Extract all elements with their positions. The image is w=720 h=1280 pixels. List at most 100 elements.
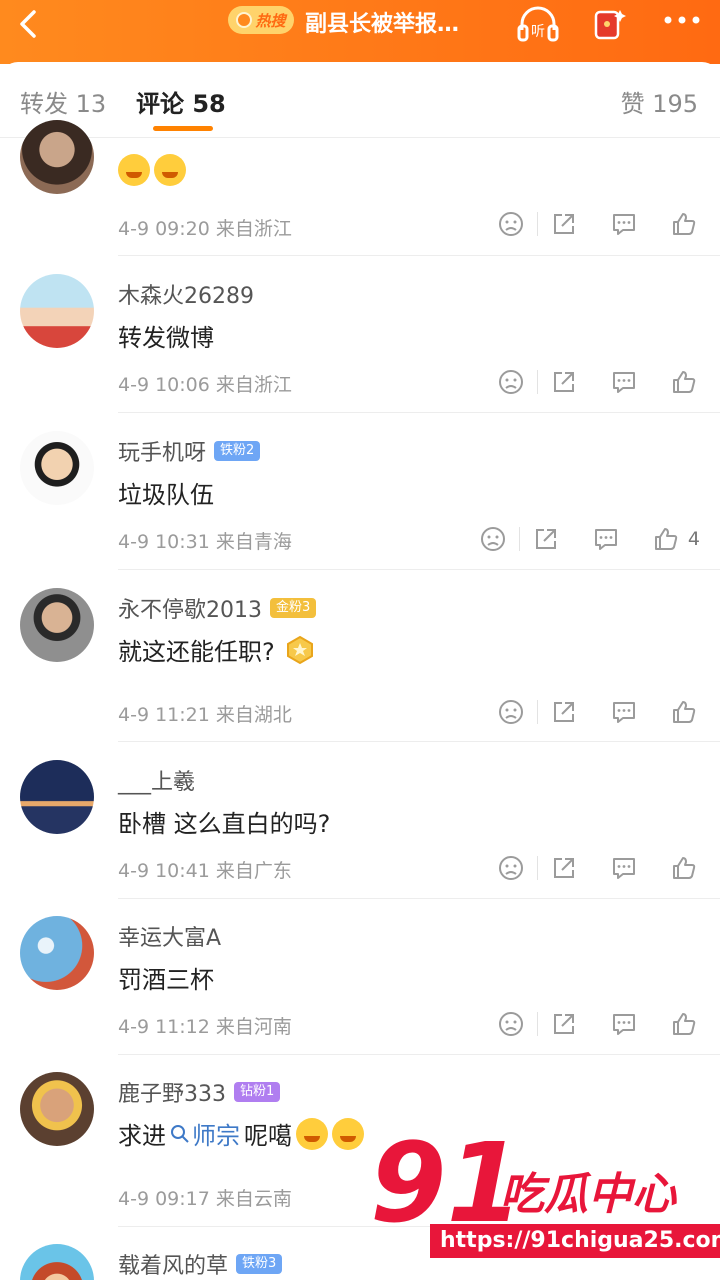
like-button[interactable] [668, 696, 700, 728]
back-button[interactable] [12, 6, 48, 42]
share-icon [535, 529, 556, 549]
thumbs-up-icon [654, 528, 678, 550]
share-icon [554, 1014, 574, 1034]
user-name[interactable]: 木森火26289 [118, 278, 254, 310]
thumbs-up-icon [673, 857, 696, 879]
dislike-button[interactable] [495, 366, 527, 398]
comment-text: 转发微博 [118, 324, 214, 352]
watermark: 91 吃瓜中心 https://91chigua25.com [370, 1128, 720, 1268]
thumbs-up-icon [673, 1013, 696, 1035]
dislike-face-icon [499, 212, 523, 236]
comment-meta: 4-9 11:21 来自湖北 [118, 704, 292, 726]
dislike-face-icon [499, 370, 523, 394]
dislike-button[interactable] [495, 696, 527, 728]
repost-button[interactable] [548, 852, 580, 884]
comment-text: 垃圾队伍 [118, 481, 214, 509]
watermark-url: https://91chigua25.com [430, 1224, 720, 1258]
user-name[interactable]: 永不停歇2013 金粉3 [118, 592, 317, 624]
emoji-icon [118, 154, 150, 186]
like-button[interactable] [650, 523, 682, 555]
listen-button[interactable]: 听 [516, 4, 559, 44]
reply-button[interactable] [608, 696, 640, 728]
watermark-name: 吃瓜中心 [500, 1169, 676, 1220]
avatar[interactable] [20, 760, 94, 834]
thumbs-up-icon [673, 701, 696, 723]
reply-button[interactable] [608, 1008, 640, 1040]
like-button[interactable] [668, 1008, 700, 1040]
comment-actions [495, 1008, 700, 1040]
comment-bubble-icon [613, 702, 635, 723]
user-name[interactable]: ___上羲 [118, 764, 195, 796]
user-name[interactable]: 玩手机呀 铁粉2 [118, 435, 261, 467]
like-button[interactable] [668, 366, 700, 398]
like-button[interactable] [668, 208, 700, 240]
back-arrow-icon [20, 10, 36, 38]
tab-likes[interactable]: 赞 195 [621, 84, 698, 119]
repost-button[interactable] [548, 208, 580, 240]
reply-button[interactable] [590, 523, 622, 555]
page-title[interactable]: 副县长被举报… [305, 6, 459, 38]
hot-search-badge[interactable]: 热搜 [228, 6, 294, 34]
dislike-button[interactable] [495, 852, 527, 884]
comment-meta: 4-9 10:41 来自广东 [118, 860, 292, 882]
reply-button[interactable] [608, 852, 640, 884]
more-dots-icon [664, 16, 700, 24]
search-link[interactable]: 师宗 [170, 1116, 240, 1151]
share-icon [554, 214, 574, 234]
reply-button[interactable] [608, 208, 640, 240]
dislike-face-icon [499, 1012, 523, 1036]
repost-button[interactable] [548, 366, 580, 398]
fan-badge: 金粉3 [270, 598, 317, 618]
dislike-button[interactable] [477, 523, 509, 555]
comment-bubble-icon [613, 214, 635, 235]
comment-text [118, 154, 186, 186]
share-icon [554, 858, 574, 878]
reply-button[interactable] [608, 366, 640, 398]
dislike-face-icon [499, 856, 523, 880]
comments-sheet: 转发 13 评论 58 赞 195 [0, 62, 720, 1280]
fan-badge: 铁粉2 [214, 441, 261, 461]
avatar[interactable] [20, 120, 94, 194]
laughing-emoji-icon [332, 1117, 364, 1150]
dislike-face-icon [499, 700, 523, 724]
dislike-button[interactable] [495, 1008, 527, 1040]
headphones-icon: 听 [517, 6, 559, 42]
red-packet-button[interactable] [590, 4, 630, 44]
avatar[interactable] [20, 431, 94, 505]
like-button[interactable] [668, 852, 700, 884]
comment-actions [495, 696, 700, 728]
user-name[interactable]: 载着风的草 铁粉3 [118, 1248, 283, 1280]
tab-repost[interactable]: 转发 13 [20, 84, 106, 119]
avatar[interactable] [20, 916, 94, 990]
repost-button[interactable] [530, 523, 562, 555]
comment-bubble-icon [613, 372, 635, 393]
comment-text: 罚酒三杯 [118, 966, 214, 994]
emoji-icon [154, 154, 186, 186]
red-packet-icon [594, 10, 626, 40]
thumbs-up-icon [673, 371, 696, 393]
comment-text: 卧槽 这么直白的吗? [118, 810, 331, 838]
repost-button[interactable] [548, 1008, 580, 1040]
comment-bubble-icon [613, 1014, 635, 1035]
more-button[interactable] [660, 10, 700, 50]
header-bar: 热搜 副县长被举报… 听 [0, 0, 720, 64]
tab-comments[interactable]: 评论 58 [136, 84, 226, 119]
comment-actions [495, 852, 700, 884]
comment-actions [495, 366, 700, 398]
user-name[interactable]: 幸运大富A [118, 920, 221, 952]
repost-button[interactable] [548, 696, 580, 728]
comment-bubble-icon [594, 529, 617, 550]
avatar[interactable] [20, 588, 94, 662]
like-count: 4 [687, 528, 700, 550]
comment-meta: 4-9 10:31 来自青海 [118, 531, 292, 553]
comment-meta: 4-9 11:12 来自河南 [118, 1016, 292, 1038]
comment-text: 就这还能任职? [118, 632, 315, 667]
comment-meta: 4-9 09:20 来自浙江 [118, 218, 292, 240]
thumbs-up-icon [673, 213, 696, 235]
avatar[interactable] [20, 1072, 94, 1146]
dislike-button[interactable] [495, 208, 527, 240]
user-name[interactable]: 鹿子野333 钻粉1 [118, 1076, 281, 1108]
comment-meta: 4-9 09:17 来自云南 [118, 1188, 292, 1210]
avatar[interactable] [20, 274, 94, 348]
comment-meta: 4-9 10:06 来自浙江 [118, 374, 292, 396]
